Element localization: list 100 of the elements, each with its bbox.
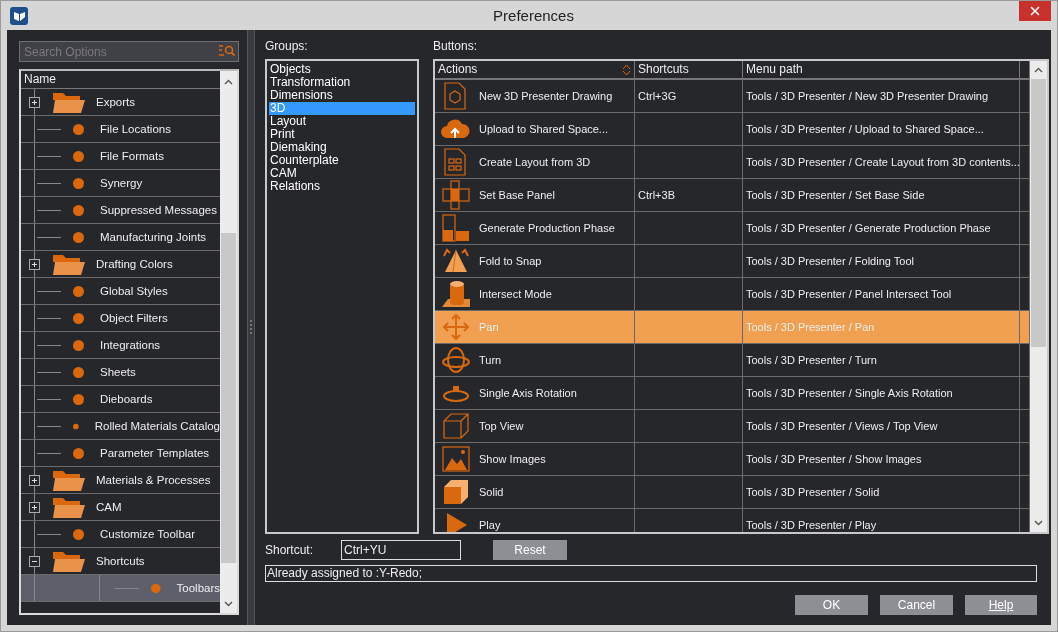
dot-icon	[73, 528, 84, 540]
tree-item[interactable]: Exports	[21, 89, 220, 116]
table-row[interactable]: Generate Production Phase Tools / 3D Presenter / Generate Production Phase	[435, 212, 1030, 245]
column-header[interactable]: Menu path	[743, 61, 1020, 78]
tree-item[interactable]: Materials & Processes	[21, 467, 220, 494]
table-cell: Upload to Shared Space...	[435, 113, 635, 145]
table-cell: Tools / 3D Presenter / Panel Intersect Tool	[743, 278, 1020, 310]
table-row[interactable]: Turn Tools / 3D Presenter / Turn	[435, 344, 1030, 377]
table-row[interactable]: Show Images Tools / 3D Presenter / Show Images	[435, 443, 1030, 476]
column-header[interactable]: Actions	[435, 61, 635, 78]
tree-item[interactable]: Object Filters	[21, 305, 220, 332]
group-item[interactable]: Diemaking	[269, 141, 415, 154]
collapse-icon[interactable]	[29, 555, 40, 567]
folder-icon	[52, 496, 86, 518]
orbit-icon	[441, 345, 471, 375]
scroll-down-icon[interactable]	[1034, 520, 1043, 526]
tree-item[interactable]: Global Styles	[21, 278, 220, 305]
table-row[interactable]: Create Layout from 3D Tools / 3D Presenter / Create Layout from 3D contents...	[435, 146, 1030, 179]
column-header: Name	[21, 71, 220, 89]
table-row[interactable]: New 3D Presenter Drawing Ctrl+3G Tools / 3D Presenter / New 3D Presenter Drawing	[435, 80, 1030, 113]
scrollbar[interactable]	[220, 71, 237, 613]
expand-icon[interactable]	[29, 96, 40, 108]
window-title: Preferences	[492, 7, 575, 24]
scroll-up-icon[interactable]	[224, 79, 233, 85]
tree-item[interactable]: Drafting Colors	[21, 251, 220, 278]
shortcut-field[interactable]: Ctrl+YU	[341, 540, 462, 560]
dot-icon	[73, 393, 84, 405]
scroll-down-icon[interactable]	[224, 601, 233, 607]
tree-item[interactable]: Parameter Templates	[21, 440, 220, 467]
tree-item[interactable]: File Locations	[21, 116, 220, 143]
dot-icon	[73, 123, 84, 135]
scroll-up-icon[interactable]	[1034, 67, 1043, 73]
close-button[interactable]	[1019, 1, 1051, 21]
tree-item[interactable]: Integrations	[21, 332, 220, 359]
group-item[interactable]: Counterplate	[269, 154, 415, 167]
expand-icon[interactable]	[29, 258, 40, 270]
folder-icon	[52, 469, 86, 491]
stacked-boxes-icon	[441, 213, 471, 243]
tree-item[interactable]: Customize Toolbar	[21, 521, 220, 548]
table-row[interactable]: Fold to Snap Tools / 3D Presenter / Folding Tool	[435, 245, 1030, 278]
table-cell: Tools / 3D Presenter / Views / Top View	[743, 410, 1020, 442]
group-item[interactable]: Relations	[269, 180, 415, 193]
table-cell: Tools / 3D Presenter / Generate Production Phase	[743, 212, 1020, 244]
table-cell: New 3D Presenter Drawing	[435, 80, 635, 112]
status-message: Already assigned to :Y-Redo;	[265, 565, 1037, 582]
table-cell: Tools / 3D Presenter / Play	[743, 509, 1020, 532]
group-item[interactable]: Print	[269, 128, 415, 141]
table-row[interactable]: Solid Tools / 3D Presenter / Solid	[435, 476, 1030, 509]
dot-icon	[73, 312, 84, 324]
table-cell: Tools / 3D Presenter / New 3D Presenter Drawing	[743, 80, 1020, 112]
shortcut-label: Shortcut:	[265, 543, 314, 557]
table-cell: Tools / 3D Presenter / Set Base Side	[743, 179, 1020, 211]
expand-icon[interactable]	[29, 501, 40, 513]
tree-item[interactable]: CAM	[21, 494, 220, 521]
tree-item[interactable]: Sheets	[21, 359, 220, 386]
tree-item[interactable]: Suppressed Messages	[21, 197, 220, 224]
folder-icon	[52, 91, 86, 113]
table-cell: Tools / 3D Presenter / Show Images	[743, 443, 1020, 475]
scrollbar[interactable]	[1030, 61, 1047, 532]
dot-icon	[73, 366, 84, 378]
table-row[interactable]: Single Axis Rotation Tools / 3D Presenter / Single Axis Rotation	[435, 377, 1030, 410]
expand-icon[interactable]	[29, 474, 40, 486]
group-item[interactable]: Transformation	[269, 76, 415, 89]
group-item[interactable]: Layout	[269, 115, 415, 128]
tree-item[interactable]: Rolled Materials Catalog	[21, 413, 220, 440]
tree-item[interactable]: File Formats	[21, 143, 220, 170]
wireframe-cube-icon	[441, 411, 471, 441]
table-cell: Show Images	[435, 443, 635, 475]
groups-label: Groups:	[265, 39, 309, 53]
table-cell: Ctrl+3G	[635, 80, 743, 112]
tree-item[interactable]: Synergy	[21, 170, 220, 197]
tree-item[interactable]: Manufacturing Joints	[21, 224, 220, 251]
table-cell: Tools / 3D Presenter / Folding Tool	[743, 245, 1020, 277]
group-item[interactable]: CAM	[269, 167, 415, 180]
sort-icon	[622, 63, 631, 76]
dot-icon	[73, 177, 84, 189]
unfolded-box-icon	[441, 180, 471, 210]
tree-item[interactable]: Toolbars	[21, 575, 220, 602]
table-cell: Tools / 3D Presenter / Single Axis Rotation	[743, 377, 1020, 409]
column-header[interactable]: Shortcuts	[635, 61, 743, 78]
table-cell: Intersect Mode	[435, 278, 635, 310]
table-cell: Ctrl+3B	[635, 179, 743, 211]
dot-icon	[73, 204, 84, 216]
group-item[interactable]: Objects	[269, 63, 415, 76]
table-cell: Pan	[435, 311, 635, 343]
search-field[interactable]: Search Options	[19, 41, 239, 62]
table-row[interactable]: Top View Tools / 3D Presenter / Views / Top View	[435, 410, 1030, 443]
dot-icon	[73, 447, 84, 459]
table-cell: Tools / 3D Presenter / Upload to Shared Space...	[743, 113, 1020, 145]
folder-icon	[52, 550, 86, 572]
close-icon	[1030, 6, 1040, 16]
table-cell: Tools / 3D Presenter / Create Layout from 3D contents...	[743, 146, 1020, 178]
table-row[interactable]: Set Base Panel Ctrl+3B Tools / 3D Presenter / Set Base Side	[435, 179, 1030, 212]
dot-icon	[151, 582, 161, 594]
cylinder-icon	[441, 279, 471, 309]
app-logo-icon	[10, 6, 28, 25]
tree-item[interactable]: Dieboards	[21, 386, 220, 413]
table-cell: Generate Production Phase	[435, 212, 635, 244]
table-row[interactable]: Upload to Shared Space... Tools / 3D Presenter / Upload to Shared Space...	[435, 113, 1030, 146]
group-item[interactable]: Dimensions	[269, 89, 415, 102]
